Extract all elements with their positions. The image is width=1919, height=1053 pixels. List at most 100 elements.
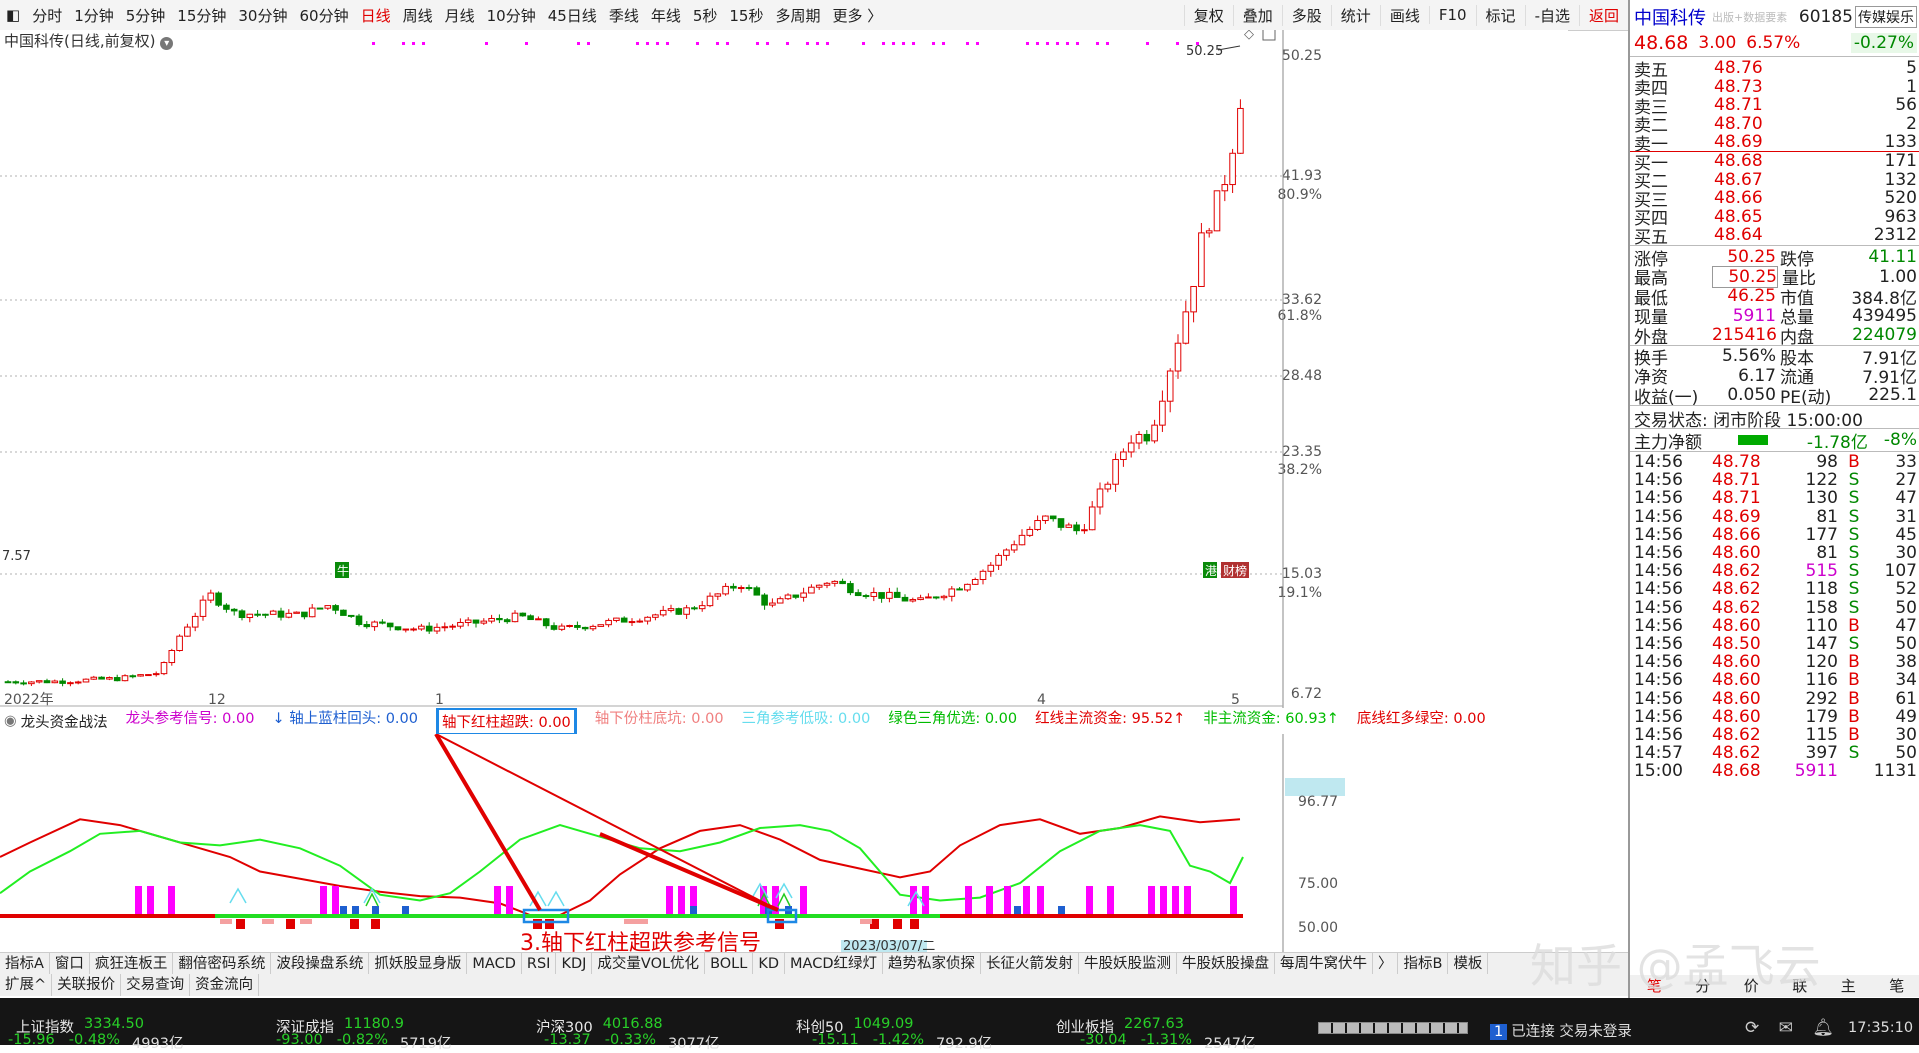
toolbar-tool-button[interactable]: 返回 xyxy=(1578,4,1628,26)
candle xyxy=(1143,433,1151,442)
indicator-settings-icon[interactable]: ◉ xyxy=(4,713,17,729)
indicator-tab[interactable]: 窗口 xyxy=(50,953,90,975)
period-tab[interactable]: 45日线 xyxy=(542,5,603,26)
period-tab[interactable]: 更多 〉 xyxy=(827,5,889,26)
pct-tick-label: 19.1% xyxy=(1278,585,1322,601)
period-tab[interactable]: 60分钟 xyxy=(293,5,354,26)
indicator-tab[interactable]: KDJ xyxy=(556,953,593,975)
stat-label: 收益(一) xyxy=(1634,387,1699,408)
diamond-icon[interactable]: ◇ xyxy=(1244,30,1254,42)
period-tab[interactable]: 分时 xyxy=(26,5,68,26)
indicator-tab[interactable]: 牛股妖股操盘 xyxy=(1177,953,1275,975)
indicator-tab[interactable]: KD xyxy=(753,953,786,975)
signal-dot xyxy=(816,42,819,45)
indicator-tab[interactable]: MACD红绿灯 xyxy=(785,953,883,975)
period-tab[interactable]: 1分钟 xyxy=(68,5,120,26)
green-nonmain-line xyxy=(0,824,1244,902)
period-tab[interactable]: 日线 xyxy=(355,5,397,26)
extension-tab[interactable]: 交易查询 xyxy=(121,974,191,996)
message-icon[interactable]: ✉ xyxy=(1779,1018,1793,1038)
candle xyxy=(35,680,43,683)
indicator-tab[interactable]: 成交量VOL优化 xyxy=(592,953,706,975)
main-flow-label[interactable]: 主力净额 xyxy=(1634,428,1702,453)
indicator-tab[interactable]: BOLL xyxy=(705,953,754,975)
candle xyxy=(870,592,878,597)
bell-icon[interactable]: 🔔︎ xyxy=(1812,1018,1834,1038)
connection-status[interactable]: 1 已连接 交易未登录 xyxy=(1490,1020,1632,1041)
period-tab[interactable]: 多周期 xyxy=(769,5,826,26)
blue-signal-bar xyxy=(372,906,379,914)
candle xyxy=(511,612,519,623)
candle xyxy=(574,624,581,628)
red-signal-bar xyxy=(533,919,542,929)
indicator-tab[interactable]: 疯狂连板王 xyxy=(90,953,174,975)
quote-tab[interactable]: 笔 xyxy=(1889,975,1904,997)
period-tab[interactable]: 15分钟 xyxy=(171,5,232,26)
toolbar-tool-button[interactable]: -自选 xyxy=(1524,4,1579,26)
indicator-tab[interactable]: 抓妖股显身版 xyxy=(369,953,468,975)
period-tab[interactable]: 15秒 xyxy=(723,5,769,26)
indicator-tab[interactable]: 模板 xyxy=(1448,953,1489,975)
candle xyxy=(1151,424,1158,442)
toolbar-tool-button[interactable]: 统计 xyxy=(1330,4,1380,26)
settings-icon[interactable]: ▾ xyxy=(160,37,174,50)
extension-tab[interactable]: 资金流向 xyxy=(190,974,260,996)
candle xyxy=(90,676,98,680)
orderbook-price[interactable]: 48.64 xyxy=(1714,225,1814,245)
candle xyxy=(67,682,74,685)
indicator-tab[interactable]: RSI xyxy=(522,953,557,975)
extension-tab[interactable]: 扩展^ xyxy=(0,974,53,996)
signal-dot xyxy=(862,42,865,45)
period-tab[interactable]: 周线 xyxy=(397,5,439,26)
toolbar-tool-button[interactable]: 标记 xyxy=(1475,4,1525,26)
period-tab[interactable]: 月线 xyxy=(439,5,481,26)
indicator-tab[interactable]: 长征火箭发射 xyxy=(981,953,1079,975)
candle xyxy=(293,611,300,614)
sector-name[interactable]: 传媒娱乐 xyxy=(1855,6,1917,28)
extension-tab[interactable]: 关联报价 xyxy=(52,974,122,996)
stock-name[interactable]: 中国科传 xyxy=(1634,4,1706,30)
extension-tabs: 扩展^ 关联报价 交易查询 资金流向 xyxy=(0,974,1628,996)
indicator-tab[interactable]: 每周牛窝伏牛 xyxy=(1275,953,1373,975)
indicator-tab[interactable]: 指标A xyxy=(0,953,50,975)
period-tab[interactable]: 年线 xyxy=(645,5,687,26)
candle xyxy=(223,604,230,610)
indicator-tab[interactable]: 趋势私家侦探 xyxy=(883,953,981,975)
toolbar-tool-button[interactable]: F10 xyxy=(1428,6,1476,24)
candle xyxy=(714,593,722,597)
date-tick-label: 12 xyxy=(208,692,226,708)
toolbar-menu-icon[interactable]: ◧ xyxy=(0,6,26,24)
signal-dot xyxy=(666,42,669,45)
bull-badge-text: 牛 xyxy=(337,563,349,578)
toolbar-tool-button[interactable]: 叠加 xyxy=(1232,4,1282,26)
indicator-tab[interactable]: 波段操盘系统 xyxy=(271,953,370,975)
period-tab[interactable]: 5秒 xyxy=(687,5,724,26)
toolbar-tool-button[interactable]: 复权 xyxy=(1183,4,1233,26)
period-tab[interactable]: 10分钟 xyxy=(481,5,542,26)
period-toolbar: ◧ 分时 1分钟 5分钟 15分钟 30分钟 60分钟 日线 周线 月线 10分钟 45日线 季线 年线… xyxy=(0,0,1628,31)
refresh-icon[interactable]: ⟳ xyxy=(1745,1018,1759,1038)
quote-tab[interactable]: 主 xyxy=(1841,975,1856,997)
indicator-tab[interactable]: 牛股妖股监测 xyxy=(1079,953,1177,975)
period-tab[interactable]: 季线 xyxy=(603,5,645,26)
toolbar-tool-button[interactable]: 画线 xyxy=(1379,4,1429,26)
connection-text: 已连接 交易未登录 xyxy=(1511,1024,1632,1040)
candle xyxy=(847,583,854,594)
candlestick-chart[interactable]: 50.25 41.93 33.62 28.48 23.35 15.03 6.72 80.9% 6… xyxy=(0,30,1568,710)
candle xyxy=(137,674,144,677)
indicator-tab[interactable]: MACD xyxy=(467,953,522,975)
indicator-tab[interactable]: 〉 xyxy=(1373,953,1399,975)
low-price-marker: 7.57 xyxy=(2,549,31,564)
indicator-name[interactable]: 龙头资金战法 xyxy=(21,711,108,732)
magenta-signal-bar xyxy=(678,886,685,914)
index-pct: -1.31% xyxy=(1140,1032,1193,1048)
indicator-tab[interactable]: 翻倍密码系统 xyxy=(173,953,272,975)
indicator-tab[interactable]: 指标B xyxy=(1398,953,1449,975)
signal-dot xyxy=(1036,42,1039,45)
toolbar-tool-button[interactable]: 多股 xyxy=(1281,4,1331,26)
indicator-chart[interactable]: 96.77 75.00 50.00 2023/03/07/二 3.轴下红柱超跌参考信号 xyxy=(0,734,1568,952)
period-tab[interactable]: 30分钟 xyxy=(232,5,293,26)
period-tab[interactable]: 5分钟 xyxy=(120,5,172,26)
tick-time: 15:00 xyxy=(1634,761,1683,782)
magenta-signal-bar xyxy=(1107,886,1114,914)
